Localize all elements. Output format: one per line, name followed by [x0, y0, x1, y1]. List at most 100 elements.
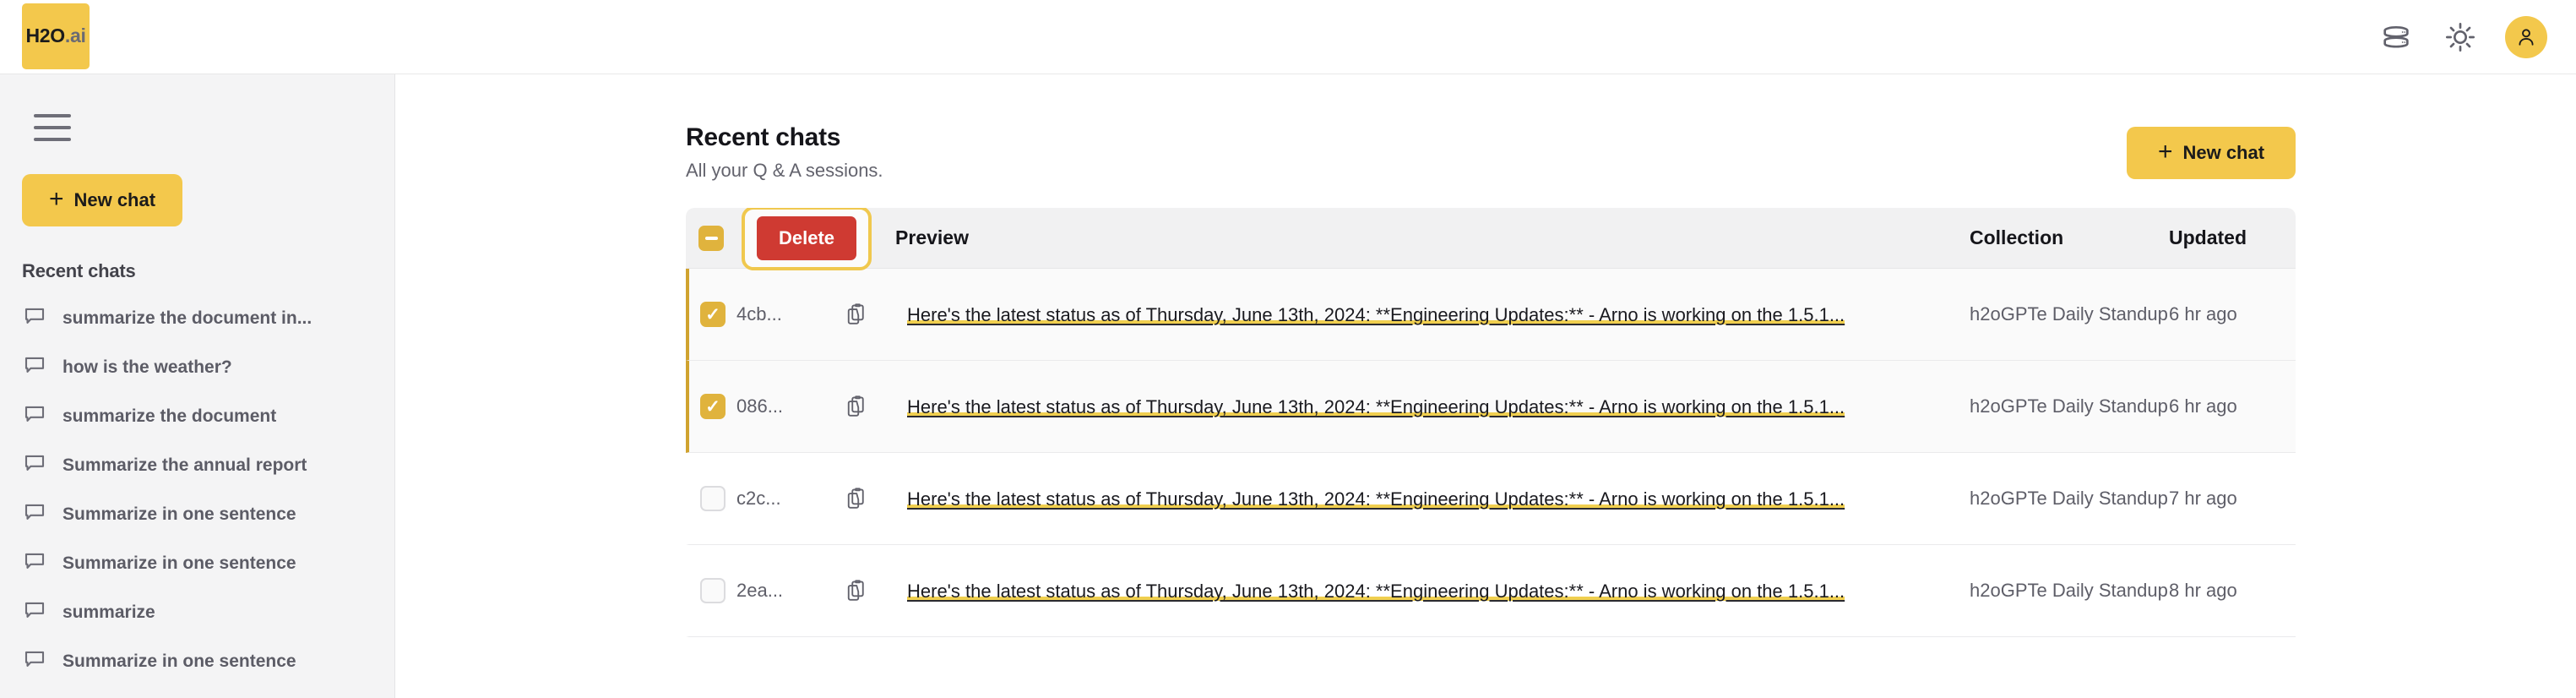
delete-button[interactable]: Delete	[757, 215, 857, 260]
column-header-collection[interactable]: Collection	[1970, 225, 2169, 251]
sidebar-item-chat[interactable]: summarize the document in...	[22, 294, 394, 343]
row-checkbox[interactable]: ✓	[700, 302, 726, 327]
check-icon: ✓	[705, 304, 720, 324]
table-row[interactable]: ✓ 086... Here's the latest status as of Th…	[686, 361, 2296, 453]
row-preview-link[interactable]: Here's the latest status as of Thursday,…	[907, 580, 1845, 603]
h2o-logo[interactable]: H2O .ai	[22, 3, 90, 69]
table-body: ✓ 4cb... Here's the latest status as of Th…	[686, 269, 2296, 637]
row-select-cell: ✓	[689, 394, 736, 419]
check-icon: ✓	[705, 396, 720, 417]
sidebar-item-chat[interactable]: summarize the document	[22, 392, 394, 441]
copy-icon[interactable]	[843, 302, 907, 327]
avatar[interactable]	[2505, 15, 2547, 58]
row-id: 086...	[736, 395, 784, 417]
top-bar: H2O .ai	[0, 0, 2576, 74]
row-preview-link[interactable]: Here's the latest status as of Thursday,…	[907, 395, 1845, 418]
sidebar-new-chat-label: New chat	[73, 189, 156, 210]
main-header: Recent chats All your Q & A sessions. + …	[686, 123, 2296, 182]
sidebar-item-label: how is the weather?	[62, 357, 232, 377]
delete-button-focus-ring: Delete	[742, 208, 872, 270]
select-all-checkbox[interactable]	[698, 225, 724, 251]
row-checkbox[interactable]: ✓	[700, 394, 726, 419]
table-row[interactable]: ✓ 4cb... Here's the latest status as of Th…	[686, 269, 2296, 361]
sidebar-item-label: Summarize in one sentence	[62, 652, 296, 671]
row-preview-cell: Here's the latest status as of Thursday,…	[907, 485, 1970, 513]
row-collection: h2oGPTe Daily Standup	[1970, 580, 2168, 602]
chat-bubble-icon	[22, 401, 47, 432]
sidebar-item-label: summarize the document in...	[62, 308, 312, 328]
row-id: 2ea...	[736, 580, 784, 601]
sidebar-chat-list: summarize the document in... how is the w…	[22, 294, 394, 686]
hamburger-bar	[34, 126, 71, 129]
row-updated: 6 hr ago	[2169, 395, 2237, 417]
sun-icon[interactable]	[2441, 18, 2480, 57]
chat-bubble-icon	[22, 597, 47, 628]
table-row[interactable]: c2c... Here's the latest status as of Thu…	[686, 453, 2296, 545]
column-header-updated[interactable]: Updated	[2169, 226, 2296, 249]
sidebar-item-chat[interactable]: Summarize the annual report	[22, 441, 394, 490]
plus-icon: +	[48, 184, 64, 213]
chats-table: Delete Preview Collection Updated ✓ 4cb..…	[686, 208, 2296, 637]
row-select-cell	[689, 578, 736, 603]
copy-icon[interactable]	[843, 486, 907, 511]
main-content: Recent chats All your Q & A sessions. + …	[395, 74, 2576, 698]
row-id: c2c...	[736, 488, 781, 509]
row-checkbox[interactable]	[700, 578, 726, 603]
chat-bubble-icon	[22, 352, 47, 383]
row-preview-link[interactable]: Here's the latest status as of Thursday,…	[907, 303, 1845, 326]
app-body: + New chat Recent chats summarize the do…	[0, 74, 2576, 698]
select-all-cell	[686, 225, 736, 251]
chat-bubble-icon	[22, 548, 47, 579]
row-checkbox[interactable]	[700, 486, 726, 511]
row-collection: h2oGPTe Daily Standup	[1970, 488, 2168, 510]
sidebar-item-chat[interactable]: summarize	[22, 588, 394, 637]
chat-bubble-icon	[22, 646, 47, 677]
row-preview-link[interactable]: Here's the latest status as of Thursday,…	[907, 488, 1845, 510]
sidebar-item-label: Summarize the annual report	[62, 455, 307, 475]
sidebar-item-chat[interactable]: how is the weather?	[22, 343, 394, 392]
row-id: 4cb...	[736, 303, 782, 324]
plus-icon: +	[2157, 137, 2173, 166]
sidebar-item-label: Summarize in one sentence	[62, 553, 296, 573]
logo-suffix-text: .ai	[64, 25, 86, 46]
sidebar: + New chat Recent chats summarize the do…	[0, 74, 395, 698]
chat-bubble-icon	[22, 303, 47, 334]
hamburger-bar	[34, 138, 71, 141]
chat-bubble-icon	[22, 450, 47, 481]
sidebar-item-label: Summarize in one sentence	[62, 504, 296, 524]
sidebar-item-chat[interactable]: Summarize in one sentence	[22, 637, 394, 686]
chat-bubble-icon	[22, 499, 47, 530]
page-subtitle: All your Q & A sessions.	[686, 160, 883, 181]
row-preview-cell: Here's the latest status as of Thursday,…	[907, 577, 1970, 605]
column-header-preview[interactable]: Preview	[872, 226, 1970, 249]
sidebar-new-chat-button[interactable]: + New chat	[22, 174, 182, 226]
hamburger-bar	[34, 114, 71, 117]
copy-icon[interactable]	[843, 578, 907, 603]
row-collection: h2oGPTe Daily Standup	[1970, 303, 2168, 325]
app-root: H2O .ai + New chat Recent chats summariz…	[0, 0, 2576, 698]
page-heading-group: Recent chats All your Q & A sessions.	[686, 123, 883, 182]
page-title: Recent chats	[686, 123, 841, 151]
logo-primary-text: H2O	[25, 25, 65, 46]
sidebar-item-chat[interactable]: Summarize in one sentence	[22, 539, 394, 588]
database-icon[interactable]	[2377, 18, 2416, 57]
row-updated: 6 hr ago	[2169, 303, 2237, 324]
hamburger-icon[interactable]	[22, 98, 81, 157]
table-header-row: Delete Preview Collection Updated	[686, 208, 2296, 270]
copy-icon[interactable]	[843, 394, 907, 419]
top-bar-icons	[2377, 15, 2547, 58]
row-preview-cell: Here's the latest status as of Thursday,…	[907, 301, 1970, 329]
sidebar-item-label: summarize	[62, 603, 155, 622]
row-updated: 7 hr ago	[2169, 488, 2237, 509]
sidebar-item-chat[interactable]: Summarize in one sentence	[22, 490, 394, 539]
sidebar-item-label: summarize the document	[62, 406, 277, 426]
sidebar-section-title: Recent chats	[22, 260, 136, 281]
new-chat-button[interactable]: + New chat	[2127, 127, 2296, 179]
row-select-cell	[689, 486, 736, 511]
indeterminate-mark-icon	[704, 236, 718, 240]
main-inner: Recent chats All your Q & A sessions. + …	[395, 123, 2576, 637]
row-select-cell: ✓	[689, 302, 736, 327]
new-chat-label: New chat	[2182, 142, 2265, 163]
table-row[interactable]: 2ea... Here's the latest status as of Thu…	[686, 545, 2296, 637]
row-preview-cell: Here's the latest status as of Thursday,…	[907, 393, 1970, 421]
